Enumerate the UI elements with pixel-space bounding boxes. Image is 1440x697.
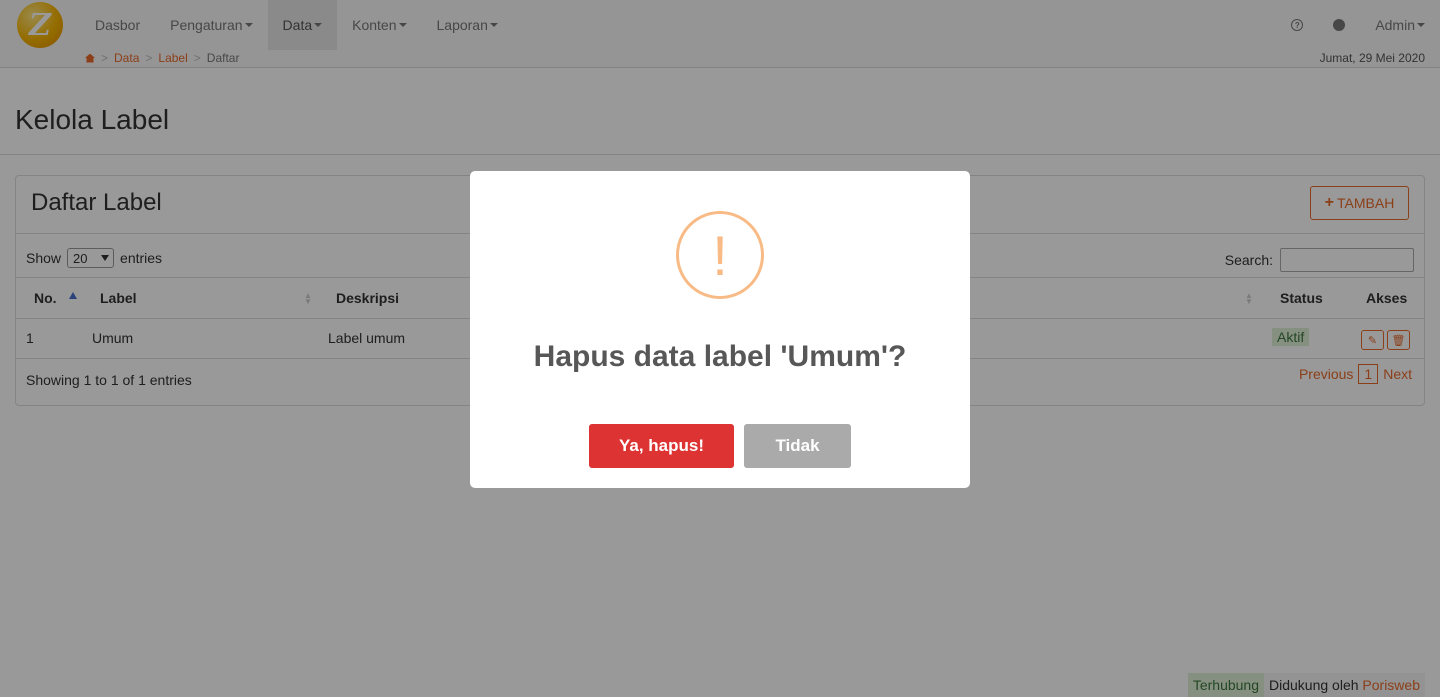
delete-confirm-dialog: ! Hapus data label 'Umum'? Ya, hapus! Ti… [470,171,970,488]
confirm-delete-button[interactable]: Ya, hapus! [589,424,734,468]
warning-icon: ! [676,211,764,299]
dialog-title: Hapus data label 'Umum'? [533,340,907,373]
cancel-button[interactable]: Tidak [744,424,851,468]
